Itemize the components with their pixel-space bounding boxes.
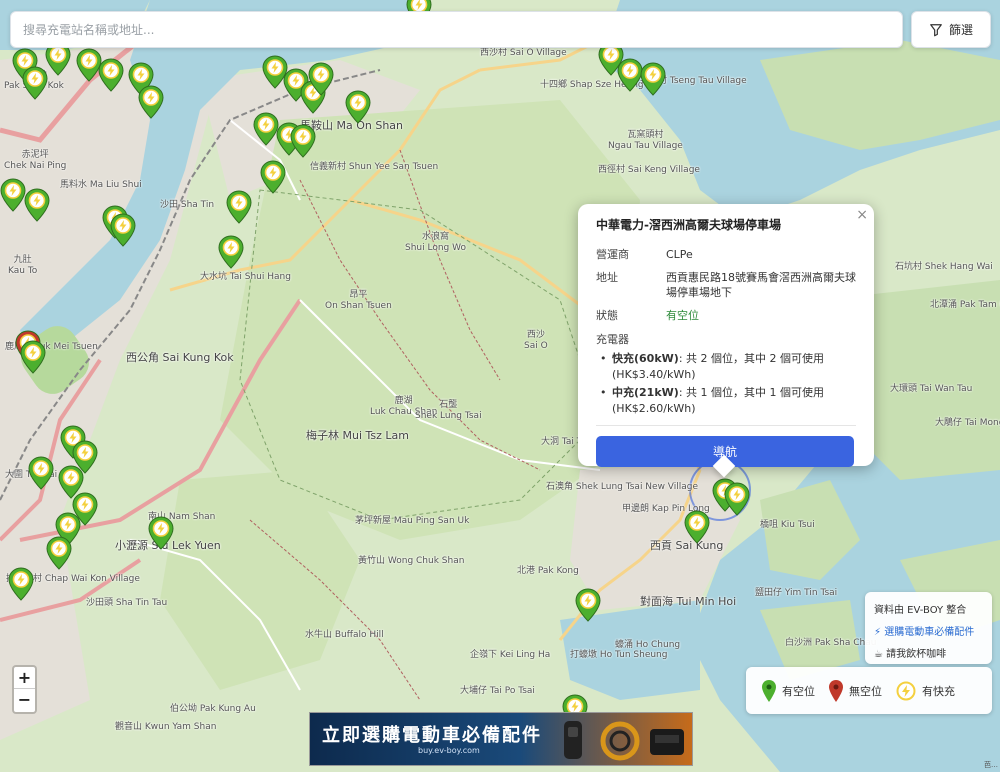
available-station-pin[interactable] [290, 124, 316, 158]
legend-label: 有空位 [782, 684, 815, 698]
legend-unavailable: 無空位 [829, 679, 882, 702]
available-station-pin[interactable] [98, 58, 124, 92]
accessories-image [564, 721, 684, 761]
available-station-pin[interactable] [138, 85, 164, 119]
charger-item: 中充(21kW): 共 1 個位，其中 1 個可使用 (HK$2.60/kWh) [596, 385, 856, 417]
available-station-pin[interactable] [110, 213, 136, 247]
zoom-out-button[interactable]: − [14, 689, 35, 711]
filter-button[interactable]: 篩選 [911, 11, 991, 48]
info-box: 資料由 EV-BOY 整合 ⚡ 選購電動車必備配件 ☕ 請我飲杯咖啡 [865, 592, 992, 664]
legend: 有空位 無空位 有快充 [746, 667, 992, 714]
available-station-pin[interactable] [148, 516, 174, 550]
available-station-pin[interactable] [575, 588, 601, 622]
address-value: 西貢惠民路18號賽馬會滘西洲高爾夫球場停車場地下 [666, 271, 856, 299]
accessories-link[interactable]: ⚡ 選購電動車必備配件 [874, 622, 992, 644]
charger-item: 快充(60kW): 共 2 個位，其中 2 個可使用 (HK$3.40/kWh) [596, 351, 856, 383]
charger-type: 中充(21kW) [612, 386, 679, 399]
station-popup: × 中華電力-滘西洲高爾夫球場停車場 營運商 CLPe 地址 西貢惠民路18號賽… [578, 204, 874, 467]
zoom-control: + − [12, 665, 37, 714]
red-pin-icon [829, 679, 843, 702]
status-value: 有空位 [666, 309, 699, 322]
available-station-pin[interactable] [22, 66, 48, 100]
search-bar[interactable] [10, 11, 903, 48]
status-row: 狀態 有空位 [596, 308, 856, 323]
fast-charge-icon [896, 681, 916, 701]
available-station-pin[interactable] [46, 536, 72, 570]
legend-label: 有快充 [922, 684, 955, 698]
address-row: 地址 西貢惠民路18號賽馬會滘西洲高爾夫球場停車場地下 [596, 270, 856, 300]
available-station-pin[interactable] [684, 510, 710, 544]
filter-icon [929, 23, 943, 37]
close-icon[interactable]: × [856, 207, 868, 223]
operator-value: CLPe [666, 248, 693, 261]
status-label: 狀態 [596, 309, 618, 322]
available-station-pin[interactable] [8, 567, 34, 601]
search-input[interactable] [11, 12, 902, 47]
operator-row: 營運商 CLPe [596, 247, 856, 262]
available-station-pin[interactable] [345, 90, 371, 124]
green-pin-icon [762, 679, 776, 702]
coffee-link[interactable]: ☕ 請我飲杯咖啡 [874, 644, 992, 666]
divider [596, 425, 856, 426]
operator-label: 營運商 [596, 248, 629, 261]
available-station-pin[interactable] [218, 235, 244, 269]
available-station-pin[interactable] [226, 190, 252, 224]
map-attribution: 芭… [984, 761, 998, 769]
available-station-pin[interactable] [640, 62, 666, 96]
station-title: 中華電力-滘西洲高爾夫球場停車場 [596, 218, 781, 232]
banner-url: buy.ev-boy.com [418, 746, 480, 755]
available-station-pin[interactable] [260, 160, 286, 194]
charger-type: 快充(60kW) [612, 352, 679, 365]
charger-list: 快充(60kW): 共 2 個位，其中 2 個可使用 (HK$3.40/kWh)… [596, 351, 856, 417]
available-station-pin[interactable] [724, 482, 750, 516]
data-credit: 資料由 EV-BOY 整合 [874, 605, 967, 616]
zoom-in-button[interactable]: + [14, 667, 35, 689]
chargers-heading: 充電器 [596, 333, 629, 346]
available-station-pin[interactable] [24, 188, 50, 222]
legend-label: 無空位 [849, 684, 882, 698]
ad-banner[interactable]: 立即選購電動車必備配件 buy.ev-boy.com [309, 712, 693, 766]
address-label: 地址 [596, 271, 618, 284]
available-station-pin[interactable] [28, 456, 54, 490]
filter-label: 篩選 [948, 23, 973, 37]
available-station-pin[interactable] [0, 178, 26, 212]
legend-fast: 有快充 [896, 681, 955, 701]
available-station-pin[interactable] [308, 62, 334, 96]
navigate-button[interactable]: 導航 [596, 436, 854, 467]
banner-title: 立即選購電動車必備配件 [322, 725, 542, 746]
legend-available: 有空位 [762, 679, 815, 702]
available-station-pin[interactable] [20, 340, 46, 374]
